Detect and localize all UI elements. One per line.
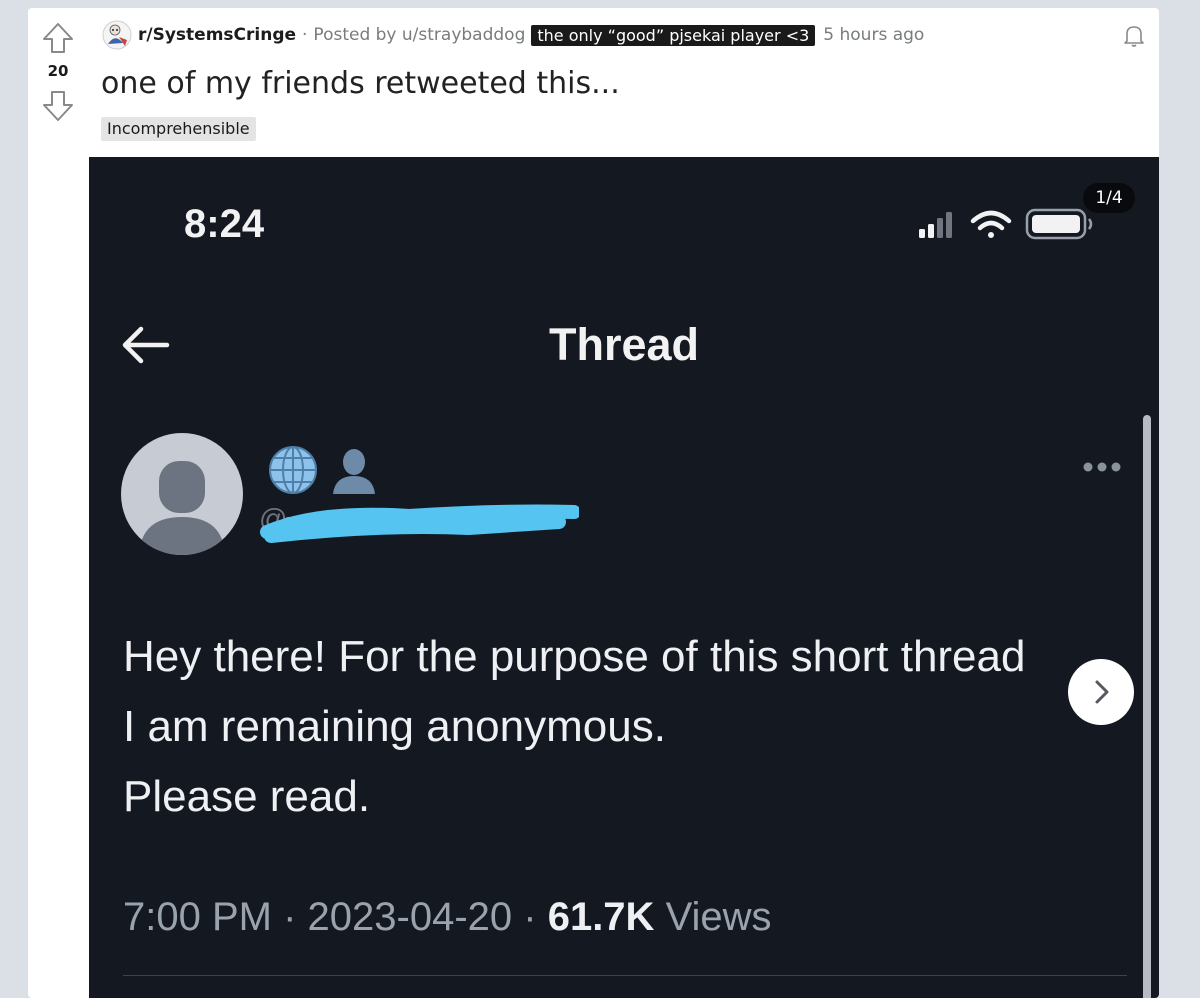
default-avatar-icon [139,461,225,555]
subreddit-link[interactable]: r/SystemsCringe [138,25,296,45]
downvote-arrow-icon[interactable] [41,89,75,123]
tweet-text: Hey there! For the purpose of this short… [123,632,1026,821]
separator-dot: · [302,25,308,45]
status-bar-icons [919,208,1093,240]
tweet-divider [123,975,1127,976]
redaction-scribble: @ [259,503,579,543]
battery-icon [1025,208,1093,240]
upvote-arrow-icon[interactable] [41,21,75,55]
post-card: 20 r/SystemsCringe · Posted by u/strayba… [28,8,1159,998]
thread-header-title: Thread [548,319,700,370]
wifi-icon [970,210,1012,238]
separator-dot: · [523,895,548,939]
subreddit-avatar-icon[interactable] [102,20,132,50]
post-flair[interactable]: Incomprehensible [101,117,256,141]
scrollbar[interactable] [1143,415,1151,998]
views-label: Views [665,895,772,939]
globe-emoji-icon [269,446,317,494]
post-age: 5 hours ago [823,25,925,45]
author-name-emojis [269,446,375,494]
more-options-icon[interactable] [1081,455,1123,479]
tweet-date: 2023-04-20 [307,895,513,939]
post-meta: r/SystemsCringe · Posted by u/straybaddo… [102,20,925,50]
views-count: 61.7K [547,895,655,939]
vote-column: 20 [28,8,88,123]
signal-bars-icon [919,212,952,238]
vote-count: 20 [47,62,69,80]
bust-silhouette-emoji-icon [333,449,375,494]
gallery-next-button[interactable] [1068,659,1134,725]
tweet-author-avatar[interactable] [121,433,243,555]
media-gallery[interactable]: 8:24 1/4 Thread @ Hey there! For the pur… [89,157,1159,998]
separator-dot: · [283,895,308,939]
tweet-meta: 7:00 PM · 2023-04-20 · 61.7K Views [123,895,772,940]
phone-status-time: 8:24 [184,202,265,246]
posted-by-link[interactable]: Posted by u/straybaddog [313,25,525,45]
post-title[interactable]: one of my friends retweeted this... [101,66,620,101]
notification-bell-icon[interactable] [1121,22,1147,48]
user-flair: the only “good” pjsekai player <3 [531,24,816,46]
gallery-counter: 1/4 [1083,183,1135,213]
tweet-time: 7:00 PM [123,895,272,939]
chevron-right-icon [1095,680,1109,704]
